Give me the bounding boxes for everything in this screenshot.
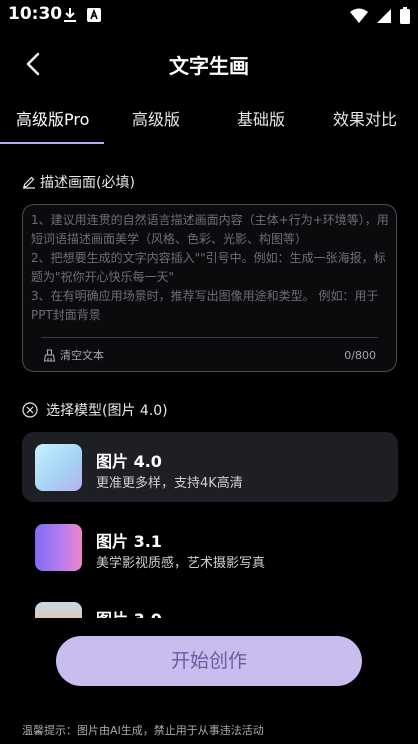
wifi-icon: [350, 8, 368, 23]
signal-icon: [377, 8, 391, 23]
model-thumbnail: [35, 602, 82, 618]
tab-pro[interactable]: 高级版Pro: [16, 106, 89, 130]
textarea-divider: [41, 337, 378, 338]
model-section-label-text: 选择模型(图片 4.0): [46, 403, 168, 419]
model-desc: 美学影视质感，艺术摄影写真: [96, 556, 266, 571]
model-item-4-0[interactable]: 图片 4.0 更准更多样，支持4K高清: [22, 432, 398, 502]
header: 文字生画: [0, 40, 418, 88]
model-name: 图片 3.1: [96, 532, 162, 551]
model-name: 图片 4.0: [96, 452, 162, 471]
status-bar: 10:30: [0, 0, 418, 30]
model-thumbnail: [35, 444, 82, 491]
footer-tip: 温馨提示：图片由AI生成，禁止用于从事违法活动: [22, 724, 264, 737]
model-list: 图片 4.0 更准更多样，支持4K高清 图片 3.1 美学影视质感，艺术摄影写真…: [22, 432, 398, 618]
tab-advanced[interactable]: 高级版: [132, 106, 180, 130]
tab-bar: 高级版Pro 高级版 基础版 效果对比: [0, 100, 418, 144]
model-icon: [22, 402, 38, 418]
tab-comparison[interactable]: 效果对比: [333, 106, 397, 130]
model-desc: 更准更多样，支持4K高清: [96, 476, 243, 491]
description-label: 描述画面(必填): [22, 172, 135, 192]
model-thumbnail: [35, 524, 82, 571]
status-right-icons: [350, 7, 410, 24]
notification-a-icon: [87, 8, 101, 22]
model-item-3-0[interactable]: 图片 3.0: [22, 590, 398, 618]
status-time: 10:30: [8, 4, 63, 24]
model-section-label: 选择模型(图片 4.0): [22, 400, 168, 420]
status-left-icons: [62, 7, 102, 23]
clear-text-label: 清空文本: [60, 349, 104, 362]
char-count: 0/800: [344, 349, 376, 362]
edit-icon: [23, 176, 35, 189]
start-creation-button[interactable]: 开始创作: [56, 636, 362, 686]
page-title: 文字生画: [169, 54, 249, 78]
tab-basic[interactable]: 基础版: [237, 106, 285, 130]
broom-icon: [43, 348, 56, 362]
description-label-text: 描述画面(必填): [40, 175, 135, 191]
model-name: 图片 3.0: [96, 606, 162, 618]
download-icon: [64, 8, 76, 22]
textarea-placeholder: 1、建议用连贯的自然语言描述画面内容（主体+行为+环境等），用短词语描述画面美学…: [31, 213, 389, 322]
active-tab-indicator: [0, 142, 104, 144]
clear-text-button[interactable]: 清空文本: [43, 347, 104, 363]
battery-icon: [400, 7, 410, 24]
description-textarea[interactable]: 1、建议用连贯的自然语言描述画面内容（主体+行为+环境等），用短词语描述画面美学…: [22, 204, 397, 372]
model-item-3-1[interactable]: 图片 3.1 美学影视质感，艺术摄影写真: [22, 512, 398, 582]
